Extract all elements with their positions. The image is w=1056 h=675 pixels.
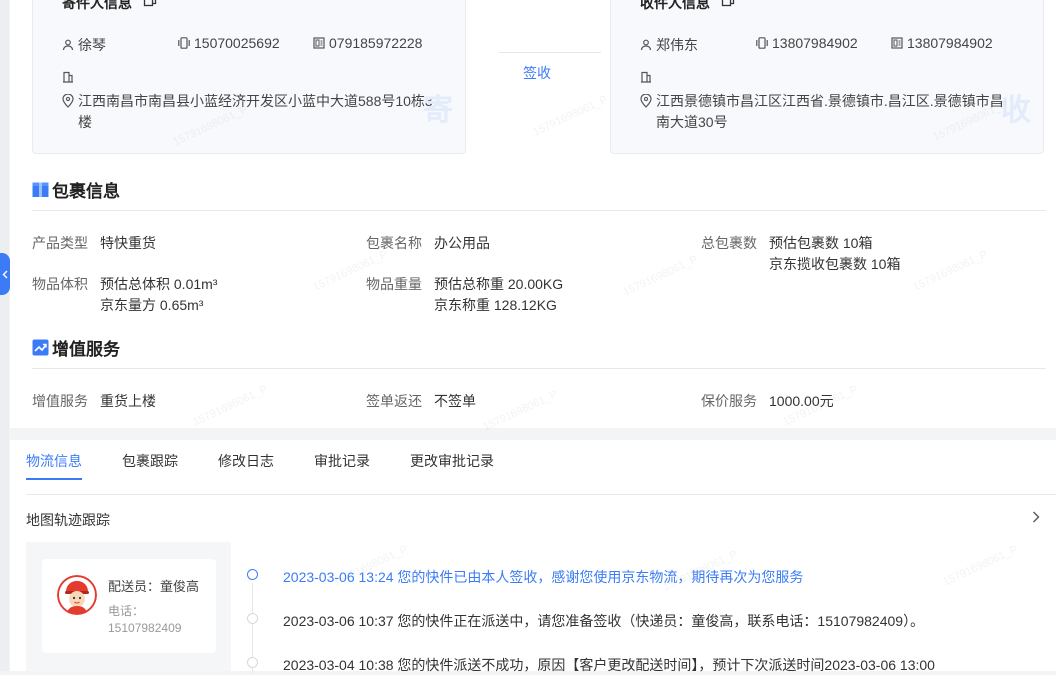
value-added-section-title: 增值服务 (32, 335, 120, 360)
collapse-sidebar-button[interactable] (0, 253, 10, 295)
copy-icon[interactable] (143, 0, 157, 7)
receiver-landline-row: 13807984902 (891, 35, 993, 51)
weight-label: 物品重量 (366, 276, 422, 292)
receiver-address-row: 江西景德镇市昌江区江西省.景德镇市.昌江区.景德镇市昌南大道30号 (640, 91, 1010, 133)
landline-phone-icon (313, 37, 325, 49)
product-type-label: 产品类型 (32, 235, 88, 251)
timeline-dot-active (247, 569, 258, 580)
timeline-entry: 2023-03-06 13:24 您的快件已由本人签收，感谢您使用京东物流，期待… (283, 569, 804, 585)
tab-logistics-info[interactable]: 物流信息 (26, 451, 82, 471)
receiver-title: 收件人信息 (640, 0, 710, 11)
chevron-right-icon[interactable] (1030, 510, 1042, 524)
courier-phone-label: 电话： (108, 604, 145, 618)
timeline-dot (247, 657, 258, 668)
watermark-text: 15791698061_P (621, 253, 700, 299)
product-type-value: 特快重货 (100, 235, 156, 251)
landline-phone-icon (891, 37, 903, 49)
sender-mobile-row: 15070025692 (178, 35, 280, 51)
service-value: 重货上楼 (100, 393, 156, 409)
sender-landline: 079185972228 (329, 35, 423, 51)
copy-icon[interactable] (721, 0, 735, 7)
map-track-link[interactable]: 地图轨迹跟踪 (26, 510, 110, 530)
left-strip (0, 0, 9, 671)
tab-package-tracking[interactable]: 包裹跟踪 (122, 451, 178, 471)
sender-card: 寄件人信息 徐琴 15070025692 079185972228 江西南昌市南… (32, 0, 466, 154)
courier-phone: 15107982409 (108, 621, 182, 635)
person-icon (640, 39, 652, 51)
tabs-divider (26, 494, 1056, 495)
timeline-entry: 2023-03-06 10:37 您的快件正在派送中，请您准备签收（快递员：童俊… (283, 613, 925, 629)
sender-address: 江西南昌市南昌县小蓝经济开发区小蓝中大道588号10栋3楼 (78, 93, 433, 130)
total-packages-jd: 京东揽收包裹数 10箱 (769, 256, 901, 272)
volume-label: 物品体积 (32, 276, 88, 292)
receiver-name-row: 郑伟东 (640, 35, 698, 55)
total-packages-label: 总包裹数 (701, 235, 757, 251)
building-icon (641, 71, 651, 83)
volume-jd: 京东量方 0.65m³ (100, 297, 204, 313)
active-tab-indicator (26, 478, 82, 480)
package-title-text: 包裹信息 (52, 182, 120, 201)
sender-address-row: 江西南昌市南昌县小蓝经济开发区小蓝中大道588号10栋3楼 (62, 91, 442, 133)
receiver-mobile-row: 13807984902 (756, 35, 858, 51)
location-pin-icon (640, 94, 652, 108)
watermark-text: 15791698061_P (191, 383, 270, 429)
person-icon (62, 39, 74, 51)
package-section-title: 包裹信息 (32, 177, 120, 202)
package-name-label: 包裹名称 (366, 235, 422, 251)
receiver-address: 江西景德镇市昌江区江西省.景德镇市.昌江区.景德镇市昌南大道30号 (656, 93, 1004, 130)
mobile-phone-icon (756, 37, 768, 49)
sender-landline-row: 079185972228 (313, 35, 422, 51)
route-line (499, 52, 601, 53)
watermark-text: 15791698061_P (941, 543, 1020, 589)
logistics-panel: 物流信息 包裹跟踪 修改日志 审批记录 更改审批记录 地图轨迹跟踪 配送员：童俊… (10, 440, 1056, 673)
return-label: 签单返还 (366, 393, 422, 409)
insurance-value: 1000.00元 (769, 393, 834, 409)
sender-title: 寄件人信息 (62, 0, 132, 11)
watermark-text: 15791698061_P (481, 388, 560, 434)
timeline-entry: 2023-03-04 10:38 您的快件派送不成功，原因【客户更改配送时间】，… (283, 657, 935, 673)
tab-change-approval-records[interactable]: 更改审批记录 (410, 451, 494, 471)
order-detail-panel: 寄件人信息 徐琴 15070025692 079185972228 江西南昌市南… (10, 0, 1056, 434)
location-pin-icon (62, 94, 74, 108)
courier-avatar-icon (57, 575, 97, 615)
tab-change-log[interactable]: 修改日志 (218, 451, 274, 471)
sender-mobile: 15070025692 (194, 35, 280, 51)
weight-jd: 京东称重 128.12KG (434, 297, 557, 313)
package-name-value: 办公用品 (434, 235, 490, 251)
chevron-left-icon (2, 270, 8, 278)
service-label: 增值服务 (32, 393, 88, 409)
sender-watermark: 寄 (423, 94, 453, 127)
sender-name-row: 徐琴 (62, 35, 106, 55)
receiver-card: 收件人信息 郑伟东 13807984902 13807984902 江西景德镇市… (610, 0, 1044, 154)
sign-status: 签收 (523, 65, 551, 81)
insurance-label: 保价服务 (701, 393, 757, 409)
volume-est: 预估总体积 0.01m³ (100, 276, 218, 292)
avatar (57, 575, 97, 615)
timeline-dot (247, 613, 258, 624)
value-added-title-text: 增值服务 (52, 340, 120, 359)
watermark-text: 15791698061_P (531, 93, 610, 139)
receiver-name: 郑伟东 (656, 37, 698, 53)
building-icon (63, 71, 73, 83)
value-added-divider (32, 368, 1046, 369)
courier-area: 配送员：童俊高 电话： 15107982409 (26, 542, 231, 671)
courier-card: 配送员：童俊高 电话： 15107982409 (42, 559, 216, 653)
return-value: 不签单 (434, 393, 476, 409)
tab-approval-records[interactable]: 审批记录 (314, 451, 370, 471)
receiver-watermark: 收 (1001, 94, 1031, 127)
mobile-phone-icon (178, 37, 190, 49)
package-divider (32, 210, 1046, 211)
trend-chart-icon (32, 339, 49, 356)
receiver-mobile: 13807984902 (772, 35, 858, 51)
watermark-text: 15791698061_P (911, 248, 990, 294)
package-icon (32, 182, 49, 197)
weight-est: 预估总称重 20.00KG (434, 276, 564, 292)
total-packages-est: 预估包裹数 10箱 (769, 235, 873, 251)
receiver-landline: 13807984902 (907, 35, 993, 51)
sender-name: 徐琴 (78, 37, 106, 53)
courier-name: 配送员：童俊高 (108, 579, 200, 594)
